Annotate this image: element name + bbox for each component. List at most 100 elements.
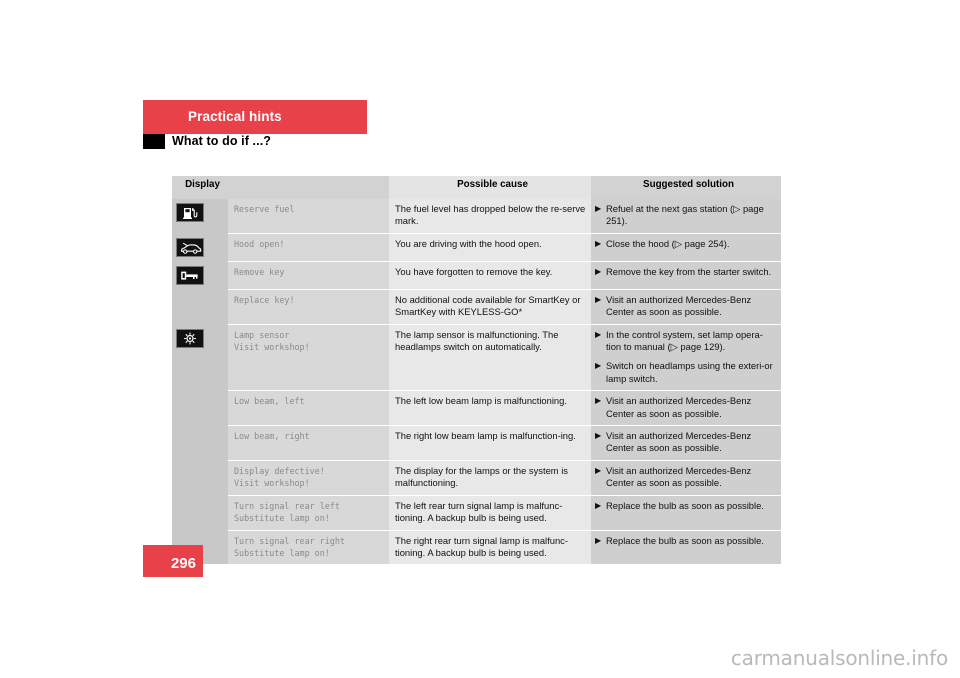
suggested-solution-cell: ▶ In the control system, set lamp opera-t… bbox=[591, 323, 781, 391]
possible-cause-cell: The left rear turn signal lamp is malfun… bbox=[389, 494, 591, 530]
possible-cause-text: The display for the lamps or the system … bbox=[395, 464, 568, 489]
column-header-display-spacer bbox=[228, 176, 389, 199]
display-message-cell: Hood open! bbox=[228, 232, 389, 262]
table-row: Replace key! No additional code available… bbox=[172, 288, 781, 325]
solution-text: Replace the bulb as soon as possible. bbox=[606, 534, 764, 546]
triangle-bullet-icon: ▶ bbox=[595, 535, 602, 545]
row-icon-cell bbox=[172, 494, 228, 530]
possible-cause-text: The lamp sensor is malfunctioning. The h… bbox=[395, 328, 559, 353]
solution-text: Visit an authorized Mercedes-Benz Center… bbox=[606, 395, 752, 419]
solution-bullet: ▶ Remove the key from the starter switch. bbox=[595, 266, 776, 278]
suggested-solution-cell: ▶ Visit an authorized Mercedes-Benz Cente… bbox=[591, 425, 781, 461]
display-message-text: Reserve fuel bbox=[234, 204, 295, 214]
triangle-bullet-icon: ▶ bbox=[595, 431, 602, 441]
suggested-solution-cell: ▶ Visit an authorized Mercedes-Benz Cente… bbox=[591, 288, 781, 325]
row-icon-cell bbox=[172, 323, 228, 391]
suggested-solution-cell: ▶ Replace the bulb as soon as possible. bbox=[591, 494, 781, 530]
suggested-solution-cell: ▶ Remove the key from the starter switch. bbox=[591, 260, 781, 290]
solution-bullet: ▶ Visit an authorized Mercedes-Benz Cente… bbox=[595, 294, 776, 319]
suggested-solution-cell: ▶ Visit an authorized Mercedes-Benz Cente… bbox=[591, 390, 781, 426]
solution-text: In the control system, set lamp opera-ti… bbox=[606, 328, 763, 353]
column-header-suggested-solution: Suggested solution bbox=[591, 176, 781, 199]
triangle-bullet-icon: ▶ bbox=[595, 294, 602, 304]
triangle-bullet-icon: ▶ bbox=[595, 204, 602, 213]
possible-cause-text: The right rear turn signal lamp is malfu… bbox=[395, 534, 568, 558]
column-header-possible-cause: Possible cause bbox=[389, 176, 591, 199]
row-icon-cell bbox=[172, 199, 228, 234]
possible-cause-cell: The display for the lamps or the system … bbox=[389, 459, 591, 496]
suggested-solution-cell: ▶ Refuel at the next gas station (▷ page … bbox=[591, 199, 781, 234]
possible-cause-cell: You have forgotten to remove the key. bbox=[389, 260, 591, 290]
table-row: Turn signal rear left Substitute lamp on… bbox=[172, 494, 781, 530]
row-icon-cell bbox=[172, 390, 228, 426]
manual-page: Practical hints What to do if ...? Displ… bbox=[0, 0, 960, 678]
lamp-sensor-icon bbox=[176, 328, 204, 348]
display-message-cell: Low beam, right bbox=[228, 425, 389, 461]
table-row: Turn signal rear right Substitute lamp o… bbox=[172, 529, 781, 565]
table-row: Reserve fuel The fuel level has dropped b… bbox=[172, 199, 781, 234]
suggested-solution-cell: ▶ Close the hood (▷ page 254). bbox=[591, 232, 781, 262]
table-row: Lamp sensor Visit workshop! The lamp sens… bbox=[172, 323, 781, 391]
display-message-text: Low beam, right bbox=[234, 431, 310, 442]
table-row: Low beam, right The right low beam lamp i… bbox=[172, 425, 781, 461]
possible-cause-text: You have forgotten to remove the key. bbox=[395, 265, 553, 277]
display-message-cell: Lamp sensor Visit workshop! bbox=[228, 323, 389, 391]
row-icon-cell bbox=[172, 260, 228, 290]
triangle-bullet-icon: ▶ bbox=[595, 465, 602, 475]
display-message-cell: Replace key! bbox=[228, 288, 389, 325]
fuel-pump-icon bbox=[176, 203, 204, 222]
triangle-bullet-icon: ▶ bbox=[595, 500, 602, 510]
display-message-text: Replace key! bbox=[234, 294, 295, 305]
chapter-banner-label: Practical hints bbox=[188, 109, 282, 124]
possible-cause-text: You are driving with the hood open. bbox=[395, 237, 542, 249]
table-header-row: Display Possible cause Suggested solutio… bbox=[172, 176, 781, 199]
triangle-bullet-icon: ▶ bbox=[595, 266, 602, 276]
possible-cause-text: The left low beam lamp is malfunctioning… bbox=[395, 395, 567, 407]
triangle-bullet-icon: ▶ bbox=[595, 361, 602, 371]
display-message-cell: Display defective! Visit workshop! bbox=[228, 459, 389, 496]
page-number-label: 296 bbox=[170, 555, 196, 572]
solution-bullet: ▶ Refuel at the next gas station (▷ page … bbox=[595, 203, 776, 228]
suggested-solution-cell: ▶ Replace the bulb as soon as possible. bbox=[591, 529, 781, 565]
row-icon-cell bbox=[172, 288, 228, 325]
display-message-text: Lamp sensor Visit workshop! bbox=[234, 329, 310, 352]
display-message-cell: Remove key bbox=[228, 260, 389, 290]
possible-cause-text: The left rear turn signal lamp is malfun… bbox=[395, 499, 563, 524]
solution-text: Visit an authorized Mercedes-Benz Center… bbox=[606, 464, 752, 489]
solution-bullet: ▶ Close the hood (▷ page 254). bbox=[595, 238, 776, 250]
display-message-text: Remove key bbox=[234, 266, 285, 277]
table-row: Display defective! Visit workshop! The di… bbox=[172, 459, 781, 496]
page-number-badge: 296 bbox=[143, 545, 203, 577]
section-marker-block bbox=[143, 134, 165, 149]
solution-text: Replace the bulb as soon as possible. bbox=[606, 499, 764, 511]
table-row: Remove key You have forgotten to remove t… bbox=[172, 260, 781, 290]
solution-text: Close the hood (▷ page 254). bbox=[606, 237, 730, 249]
table-row: Low beam, left The left low beam lamp is … bbox=[172, 390, 781, 426]
row-icon-cell bbox=[172, 232, 228, 262]
display-message-cell: Turn signal rear right Substitute lamp o… bbox=[228, 529, 389, 565]
display-message-text: Turn signal rear left Substitute lamp on… bbox=[234, 500, 340, 523]
column-header-display: Display bbox=[172, 176, 228, 199]
solution-text: Visit an authorized Mercedes-Benz Center… bbox=[606, 293, 752, 318]
possible-cause-cell: No additional code available for SmartKe… bbox=[389, 288, 591, 325]
solution-bullet: ▶ Visit an authorized Mercedes-Benz Cente… bbox=[595, 430, 776, 455]
row-icon-cell bbox=[172, 425, 228, 461]
solution-bullet: ▶ Replace the bulb as soon as possible. bbox=[595, 535, 776, 547]
table-row: Hood open! You are driving with the hood … bbox=[172, 232, 781, 262]
possible-cause-cell: The right low beam lamp is malfunction-i… bbox=[389, 425, 591, 461]
triangle-bullet-icon: ▶ bbox=[595, 238, 602, 248]
possible-cause-cell: You are driving with the hood open. bbox=[389, 232, 591, 262]
possible-cause-text: The fuel level has dropped below the re-… bbox=[395, 203, 586, 227]
solution-text: Switch on headlamps using the exteri-or … bbox=[606, 360, 773, 384]
suggested-solution-cell: ▶ Visit an authorized Mercedes-Benz Cente… bbox=[591, 459, 781, 496]
display-message-text: Display defective! Visit workshop! bbox=[234, 465, 325, 489]
solution-bullet: ▶ In the control system, set lamp opera-t… bbox=[595, 329, 776, 354]
possible-cause-text: The right low beam lamp is malfunction-i… bbox=[395, 430, 576, 442]
solution-bullet: ▶ Replace the bulb as soon as possible. bbox=[595, 500, 776, 512]
hood-open-icon bbox=[176, 237, 204, 257]
solution-bullet: ▶ Visit an authorized Mercedes-Benz Cente… bbox=[595, 465, 776, 490]
possible-cause-cell: The right rear turn signal lamp is malfu… bbox=[389, 529, 591, 565]
watermark-text: carmanualsonline.info bbox=[730, 646, 948, 670]
solution-bullet: ▶ Switch on headlamps using the exteri-or… bbox=[595, 360, 776, 385]
solution-text: Refuel at the next gas station (▷ page 2… bbox=[606, 203, 764, 227]
